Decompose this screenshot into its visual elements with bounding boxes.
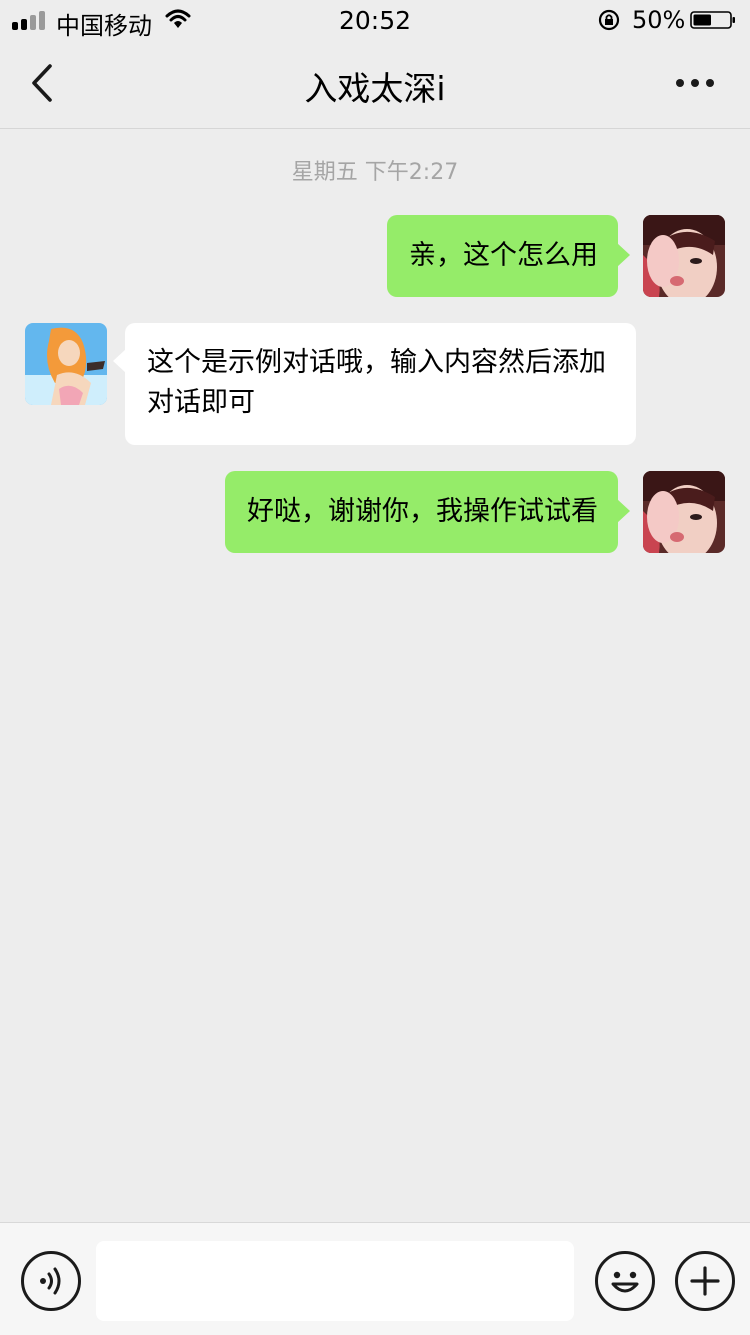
battery-icon — [690, 11, 735, 29]
more-functions-button[interactable] — [675, 1251, 735, 1311]
top-bar: 中国移动 20:52 50% 入戏太深i — [0, 0, 750, 129]
message-input[interactable] — [96, 1241, 574, 1321]
emoji-button[interactable] — [595, 1251, 655, 1311]
message-bubble-self[interactable]: 亲，这个怎么用 — [387, 215, 630, 297]
more-icon[interactable] — [670, 70, 720, 96]
message-text: 这个是示例对话哦，输入内容然后添加对话即可 — [147, 347, 606, 418]
voice-icon — [40, 1267, 61, 1295]
battery-percent: 50% — [632, 6, 686, 34]
rotation-lock-icon — [598, 9, 620, 31]
plus-icon — [690, 1266, 720, 1296]
emoji-icon — [611, 1271, 639, 1293]
message-bubble-other[interactable]: 这个是示例对话哦，输入内容然后添加对话即可 — [113, 323, 636, 445]
chat-title: 入戏太深i — [304, 69, 446, 108]
voice-button[interactable] — [21, 1251, 81, 1311]
input-bar — [0, 1222, 750, 1335]
status-bar: 中国移动 20:52 50% — [0, 0, 750, 40]
avatar-other[interactable] — [25, 323, 107, 405]
avatar-self[interactable] — [643, 471, 725, 553]
message-text: 亲，这个怎么用 — [409, 240, 598, 271]
message-text: 好哒，谢谢你，我操作试试看 — [247, 496, 598, 527]
message-bubble-self[interactable]: 好哒，谢谢你，我操作试试看 — [225, 471, 630, 553]
avatar-self[interactable] — [643, 215, 725, 297]
chat-timestamp: 星期五 下午2:27 — [291, 160, 459, 185]
